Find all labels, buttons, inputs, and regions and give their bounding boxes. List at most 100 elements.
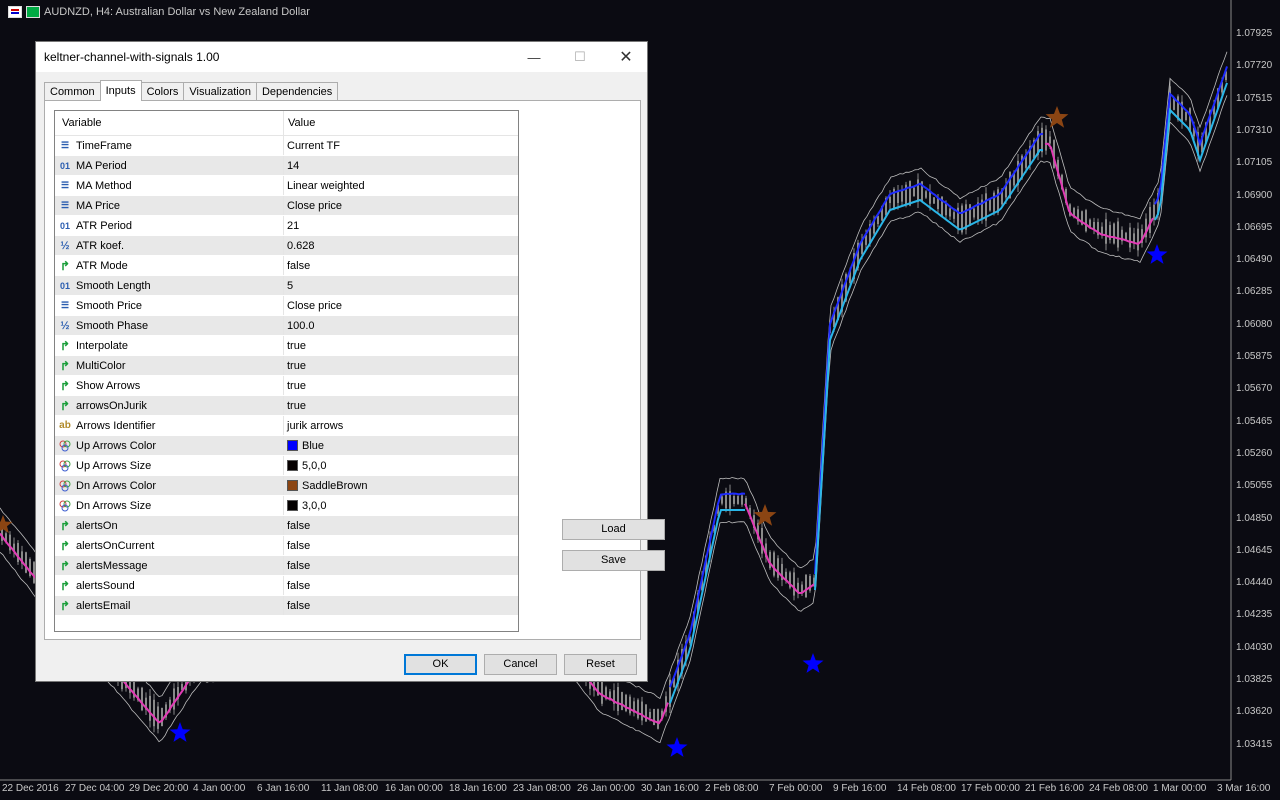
input-value-cell[interactable]: true [284, 396, 518, 415]
input-value-cell[interactable]: SaddleBrown [284, 476, 518, 495]
input-value-cell[interactable]: 3,0,0 [284, 496, 518, 515]
input-row[interactable]: ↱ alertsOn false [55, 516, 518, 536]
price-tick-label: 1.07310 [1236, 124, 1273, 136]
price-tick-label: 1.06695 [1236, 221, 1273, 233]
input-value-cell[interactable]: 5 [284, 276, 518, 295]
input-value-cell[interactable]: true [284, 356, 518, 375]
input-row[interactable]: ↱ alertsMessage false [55, 556, 518, 576]
candle-body [141, 687, 143, 711]
input-row[interactable]: ↱ arrowsOnJurik true [55, 396, 518, 416]
time-tick-label: 7 Feb 00:00 [769, 783, 823, 794]
candle-body [741, 495, 743, 505]
candle-body [969, 204, 971, 226]
tab-inputs[interactable]: Inputs [99, 80, 142, 101]
input-row[interactable]: ↱ alertsSound false [55, 576, 518, 596]
input-row[interactable]: ↱ Show Arrows true [55, 376, 518, 396]
input-name: alertsOnCurrent [76, 539, 155, 552]
input-value-cell[interactable]: 5,0,0 [284, 456, 518, 475]
column-header-variable[interactable]: Variable [55, 111, 284, 135]
input-value: false [287, 579, 311, 592]
input-row[interactable]: ↱ MultiColor true [55, 356, 518, 376]
column-header-value[interactable]: Value [284, 111, 518, 135]
candle-body [897, 191, 899, 203]
input-value-cell[interactable]: false [284, 516, 518, 535]
candle-body [805, 574, 807, 598]
candle-body [149, 695, 151, 721]
tab-visualization[interactable]: Visualization [183, 82, 257, 101]
input-row[interactable]: ↱ alertsOnCurrent false [55, 536, 518, 556]
input-value: false [287, 539, 311, 552]
input-row[interactable]: ☰ MA Method Linear weighted [55, 176, 518, 196]
time-tick-label: 16 Jan 00:00 [385, 783, 443, 794]
input-row[interactable]: ↱ ATR Mode false [55, 256, 518, 276]
input-row[interactable]: Up Arrows Size 5,0,0 [55, 456, 518, 476]
input-row[interactable]: Dn Arrows Color SaddleBrown [55, 476, 518, 496]
tab-colors[interactable]: Colors [140, 82, 185, 101]
candle-body [1185, 111, 1187, 121]
input-value-cell[interactable]: Blue [284, 436, 518, 455]
input-value-cell[interactable]: Current TF [284, 136, 518, 155]
price-tick-label: 1.05260 [1236, 447, 1273, 459]
minimize-icon[interactable]: — [511, 42, 557, 72]
input-value-cell[interactable]: Linear weighted [284, 176, 518, 195]
ok-button[interactable]: OK [404, 654, 477, 675]
time-tick-label: 29 Dec 20:00 [129, 783, 189, 794]
input-value-cell[interactable]: false [284, 256, 518, 275]
input-value-cell[interactable]: false [284, 596, 518, 615]
input-value-cell[interactable]: 21 [284, 216, 518, 235]
tab-common[interactable]: Common [44, 82, 101, 101]
input-value-cell[interactable]: true [284, 336, 518, 355]
up-arrow-star-icon [802, 653, 824, 673]
maximize-icon[interactable]: ☐ [557, 42, 603, 72]
tab-dependencies[interactable]: Dependencies [255, 82, 339, 101]
input-value-cell[interactable]: jurik arrows [284, 416, 518, 435]
time-tick-label: 21 Feb 16:00 [1025, 783, 1084, 794]
input-row[interactable]: Up Arrows Color Blue [55, 436, 518, 456]
dialog-titlebar[interactable]: keltner-channel-with-signals 1.00 — ☐ ✕ [36, 42, 647, 72]
save-button[interactable]: Save [562, 550, 665, 571]
close-icon[interactable]: ✕ [603, 42, 649, 72]
input-row[interactable]: 01 Smooth Length 5 [55, 276, 518, 296]
candle-body [777, 558, 779, 578]
candle-body [1085, 210, 1087, 232]
input-row[interactable]: ½ Smooth Phase 100.0 [55, 316, 518, 336]
input-name: arrowsOnJurik [76, 399, 147, 412]
input-value-cell[interactable]: false [284, 556, 518, 575]
input-value: true [287, 359, 306, 372]
tab-bar: Common Inputs Colors Visualization Depen… [44, 80, 339, 101]
indicator-properties-dialog: keltner-channel-with-signals 1.00 — ☐ ✕ … [35, 41, 665, 682]
color-swatch [287, 460, 298, 471]
color-palette-icon [59, 440, 71, 452]
input-row[interactable]: ↱ Interpolate true [55, 336, 518, 356]
input-row[interactable]: ☰ MA Price Close price [55, 196, 518, 216]
input-row[interactable]: ab Arrows Identifier jurik arrows [55, 416, 518, 436]
input-value: SaddleBrown [302, 479, 368, 492]
integer-icon: 01 [59, 220, 70, 231]
input-row[interactable]: 01 ATR Period 21 [55, 216, 518, 236]
input-row[interactable]: ↱ alertsEmail false [55, 596, 518, 616]
candle-body [157, 706, 159, 729]
load-button[interactable]: Load [562, 519, 665, 540]
input-value-cell[interactable]: 14 [284, 156, 518, 175]
down-arrow-star-icon [1045, 106, 1069, 128]
input-value-cell[interactable]: 100.0 [284, 316, 518, 335]
input-value-cell[interactable]: 0.628 [284, 236, 518, 255]
time-tick-label: 14 Feb 08:00 [897, 783, 956, 794]
cancel-button[interactable]: Cancel [484, 654, 557, 675]
input-row[interactable]: Dn Arrows Size 3,0,0 [55, 496, 518, 516]
input-row[interactable]: ½ ATR koef. 0.628 [55, 236, 518, 256]
input-value-cell[interactable]: Close price [284, 196, 518, 215]
up-arrow-star-icon [1146, 244, 1168, 264]
input-row[interactable]: 01 MA Period 14 [55, 156, 518, 176]
input-value-cell[interactable]: Close price [284, 296, 518, 315]
time-tick-label: 2 Feb 08:00 [705, 783, 759, 794]
price-tick-label: 1.04030 [1236, 641, 1273, 653]
input-row[interactable]: ☰ Smooth Price Close price [55, 296, 518, 316]
input-row[interactable]: ☰ TimeFrame Current TF [55, 136, 518, 156]
input-value-cell[interactable]: true [284, 376, 518, 395]
input-value-cell[interactable]: false [284, 536, 518, 555]
input-value-cell[interactable]: false [284, 576, 518, 595]
input-name: Smooth Length [76, 279, 151, 292]
candle-body [761, 528, 763, 554]
reset-button[interactable]: Reset [564, 654, 637, 675]
